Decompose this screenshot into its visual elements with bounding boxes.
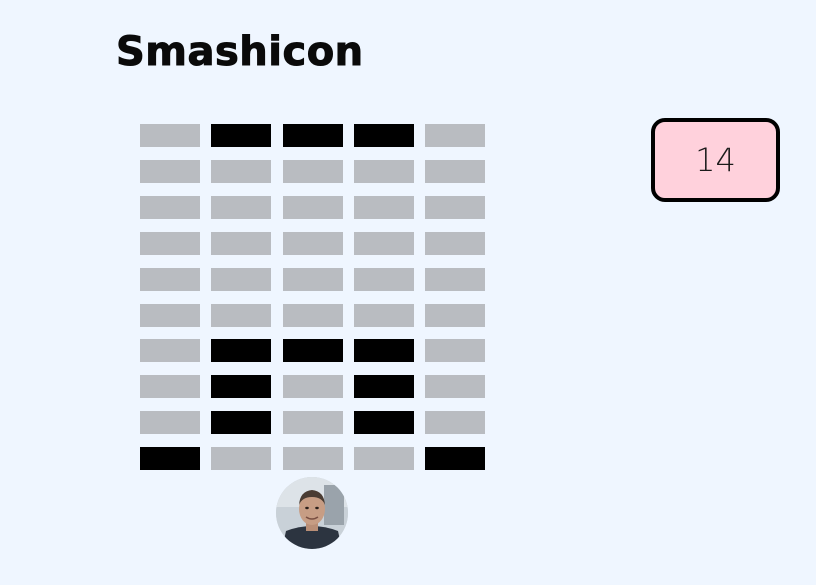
- brick[interactable]: [211, 160, 271, 183]
- brick[interactable]: [283, 304, 343, 327]
- brick[interactable]: [354, 232, 414, 255]
- brick[interactable]: [425, 304, 485, 327]
- brick[interactable]: [140, 304, 200, 327]
- brick[interactable]: [354, 268, 414, 291]
- brick[interactable]: [425, 196, 485, 219]
- brick[interactable]: [425, 268, 485, 291]
- brick[interactable]: [425, 160, 485, 183]
- brick[interactable]: [425, 124, 485, 147]
- brick[interactable]: [140, 196, 200, 219]
- brick[interactable]: [211, 268, 271, 291]
- brick[interactable]: [211, 339, 271, 362]
- avatar-photo-icon: [276, 477, 348, 549]
- player-avatar[interactable]: [276, 477, 348, 549]
- brick[interactable]: [354, 196, 414, 219]
- brick[interactable]: [425, 375, 485, 398]
- brick[interactable]: [140, 411, 200, 434]
- brick[interactable]: [211, 304, 271, 327]
- brick[interactable]: [283, 160, 343, 183]
- brick[interactable]: [140, 339, 200, 362]
- brick[interactable]: [425, 232, 485, 255]
- brick[interactable]: [354, 304, 414, 327]
- brick-grid: [140, 124, 485, 470]
- brick[interactable]: [211, 124, 271, 147]
- brick[interactable]: [283, 232, 343, 255]
- brick[interactable]: [425, 339, 485, 362]
- app-logo: Smashicon: [116, 29, 364, 76]
- brick[interactable]: [283, 268, 343, 291]
- brick[interactable]: [425, 447, 485, 470]
- brick[interactable]: [283, 411, 343, 434]
- brick[interactable]: [425, 411, 485, 434]
- brick[interactable]: [140, 124, 200, 147]
- brick[interactable]: [354, 375, 414, 398]
- brick[interactable]: [211, 196, 271, 219]
- brick[interactable]: [211, 375, 271, 398]
- brick[interactable]: [140, 268, 200, 291]
- brick[interactable]: [140, 447, 200, 470]
- score-box: 14: [651, 118, 780, 202]
- brick[interactable]: [354, 447, 414, 470]
- brick[interactable]: [140, 375, 200, 398]
- brick[interactable]: [283, 124, 343, 147]
- brick[interactable]: [283, 339, 343, 362]
- brick[interactable]: [283, 375, 343, 398]
- brick[interactable]: [211, 447, 271, 470]
- brick[interactable]: [354, 339, 414, 362]
- brick[interactable]: [354, 124, 414, 147]
- brick[interactable]: [283, 447, 343, 470]
- brick[interactable]: [283, 196, 343, 219]
- brick[interactable]: [211, 411, 271, 434]
- brick[interactable]: [354, 160, 414, 183]
- brick[interactable]: [211, 232, 271, 255]
- score-value: 14: [695, 141, 736, 179]
- brick[interactable]: [140, 160, 200, 183]
- brick[interactable]: [354, 411, 414, 434]
- brick[interactable]: [140, 232, 200, 255]
